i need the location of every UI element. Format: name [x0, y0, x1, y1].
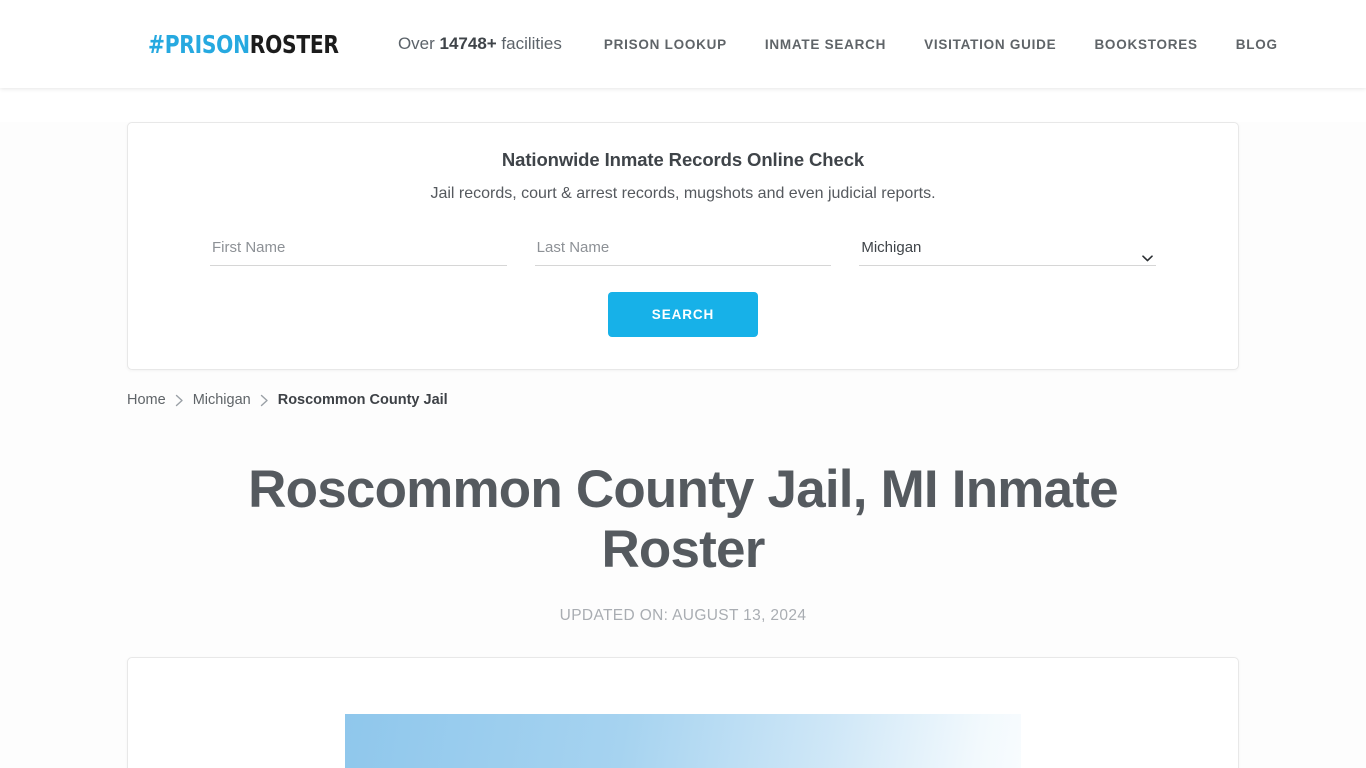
site-logo[interactable]: #PRISONROSTER: [148, 30, 339, 59]
header-inner: #PRISONROSTER Over 14748+ facilities PRI…: [0, 30, 1366, 59]
page-title: Roscommon County Jail, MI Inmate Roster: [248, 460, 1118, 580]
facility-count-suffix: facilities: [496, 34, 562, 53]
search-card-subtitle: Jail records, court & arrest records, mu…: [430, 185, 936, 202]
logo-hash-text: #PRISON: [148, 29, 250, 59]
search-fields-row: Michigan: [158, 235, 1208, 266]
chevron-right-icon: [175, 394, 184, 407]
facility-count: Over 14748+ facilities: [398, 34, 562, 54]
chevron-right-icon-2: [260, 394, 269, 407]
breadcrumb-item-michigan[interactable]: Michigan: [193, 392, 251, 408]
search-button[interactable]: SEARCH: [607, 292, 759, 337]
facility-count-number: 14748+: [439, 34, 497, 53]
nav-item-bookstores[interactable]: BOOKSTORES: [1094, 37, 1197, 52]
state-select-field: Michigan: [859, 235, 1157, 266]
search-card-title: Nationwide Inmate Records Online Check: [501, 149, 865, 170]
breadcrumb: Home Michigan Roscommon County Jail: [127, 392, 1239, 408]
nav-item-visitation-guide[interactable]: VISITATION GUIDE: [924, 37, 1056, 52]
updated-on-text: UPDATED ON: AUGUST 13, 2024: [559, 606, 807, 624]
state-select[interactable]: Michigan: [859, 235, 1157, 266]
main-navigation: PRISON LOOKUP INMATE SEARCH VISITATION G…: [604, 37, 1278, 52]
breadcrumb-item-home[interactable]: Home: [127, 392, 166, 408]
first-name-field: [210, 235, 507, 266]
search-button-wrapper: SEARCH: [158, 292, 1208, 337]
facility-count-prefix: Over: [397, 34, 440, 53]
facility-photo-card: [127, 656, 1239, 768]
nav-item-prison-lookup[interactable]: PRISON LOOKUP: [604, 37, 727, 52]
nav-item-blog[interactable]: BLOG: [1236, 37, 1278, 52]
breadcrumb-item-current: Roscommon County Jail: [277, 392, 448, 408]
site-header: #PRISONROSTER Over 14748+ facilities PRI…: [0, 0, 1366, 88]
facility-photo-image: [345, 713, 1021, 768]
inmate-search-card: Nationwide Inmate Records Online Check J…: [127, 122, 1239, 370]
nav-item-inmate-search[interactable]: INMATE SEARCH: [765, 37, 886, 52]
first-name-input[interactable]: [210, 235, 507, 266]
last-name-field: [534, 235, 832, 266]
last-name-input[interactable]: [534, 235, 832, 266]
content-container: Nationwide Inmate Records Online Check J…: [127, 122, 1239, 768]
page-body: Nationwide Inmate Records Online Check J…: [0, 122, 1366, 768]
logo-dark-text: ROSTER: [249, 29, 339, 59]
